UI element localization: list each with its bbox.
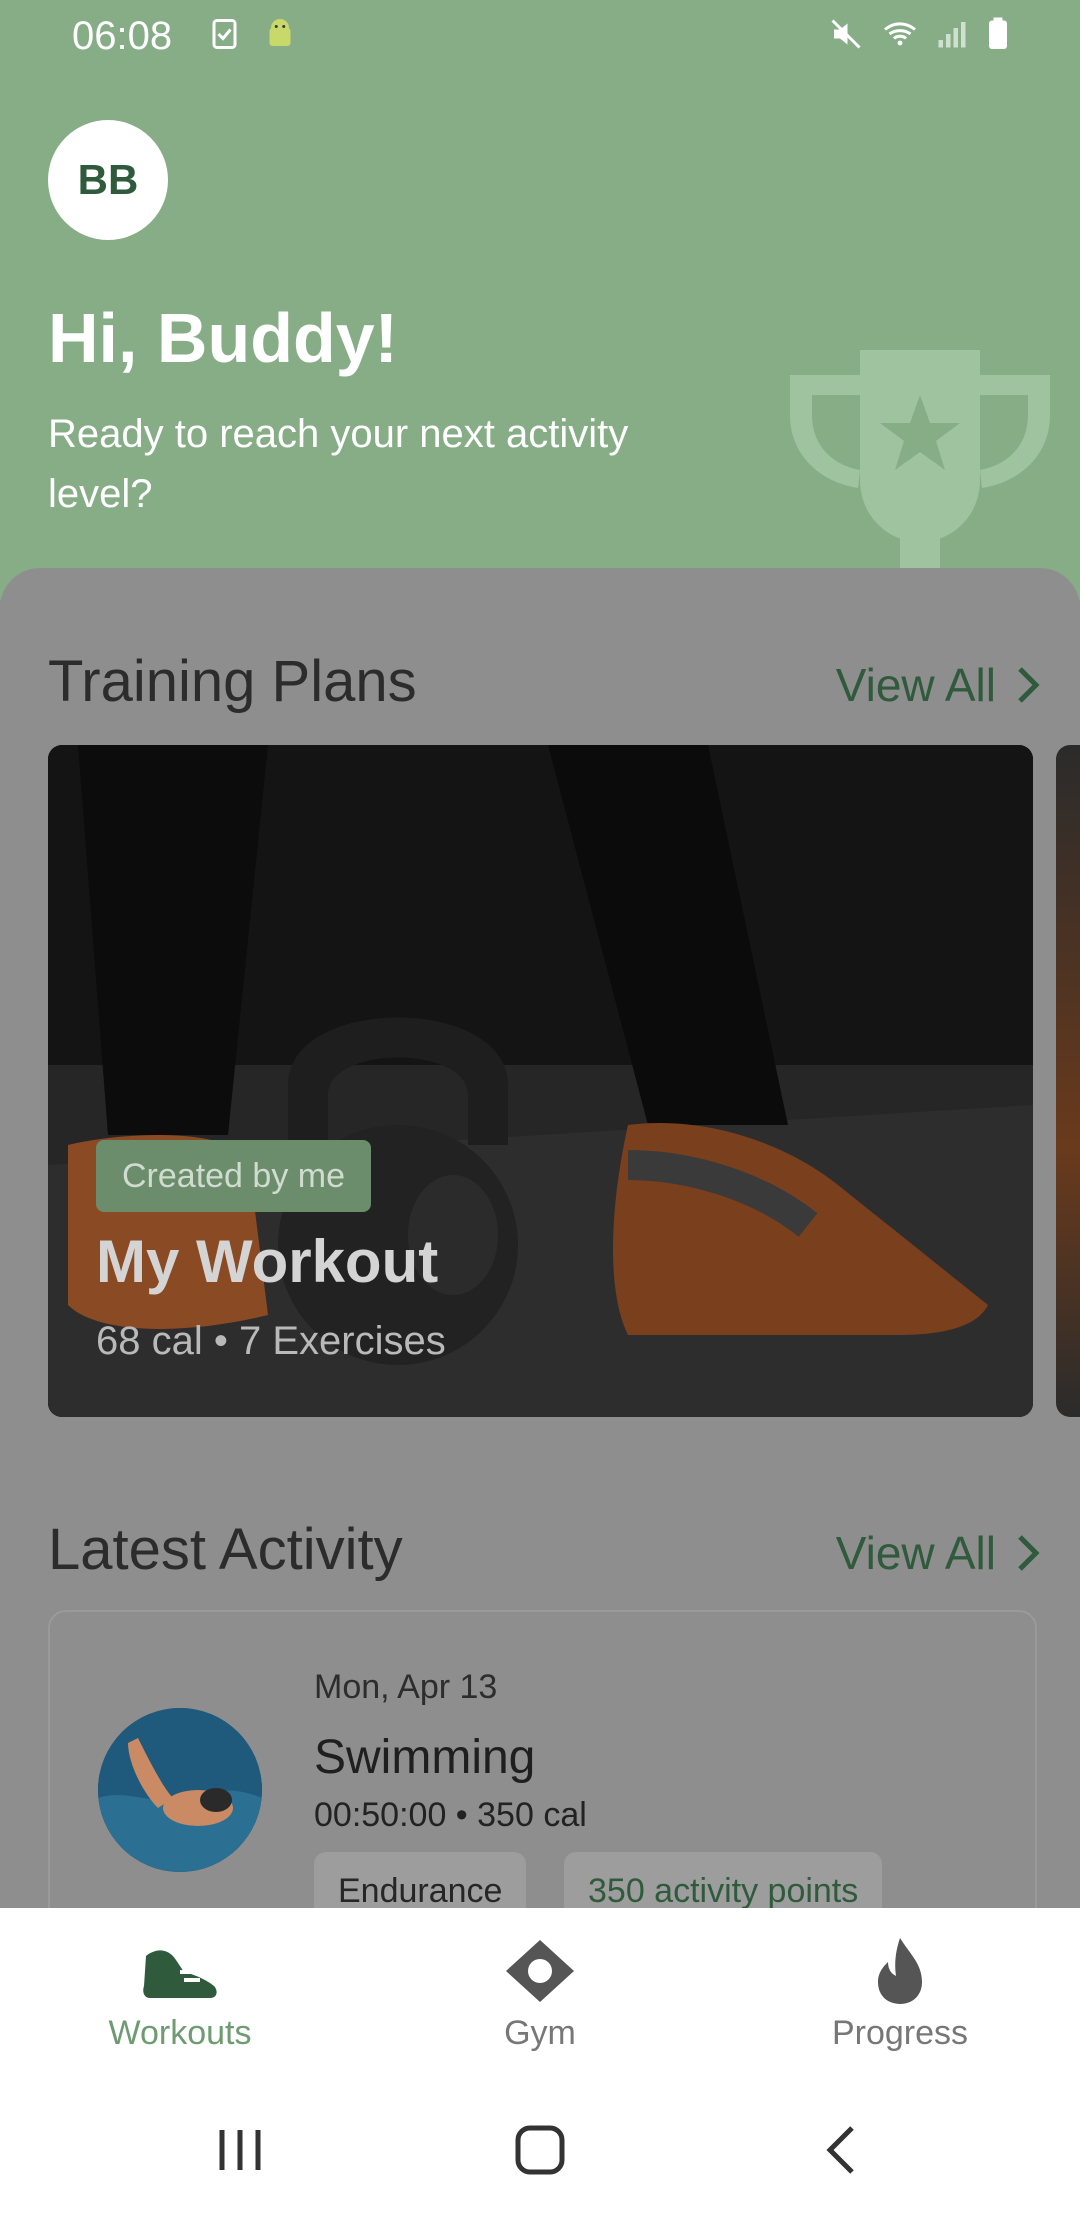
status-time: 06:08 [72, 14, 173, 58]
signal-icon [938, 22, 966, 48]
back-icon[interactable] [814, 2122, 870, 2178]
workout-photo [48, 745, 1033, 1417]
chevron-right-icon [1018, 667, 1040, 703]
training-plan-card[interactable]: Created by me My Workout 68 cal • 7 Exer… [48, 745, 1033, 1417]
nav-label: Gym [504, 2014, 576, 2052]
sneaker-icon [143, 1950, 217, 1998]
mute-icon [831, 19, 861, 49]
greeting-subtitle: Ready to reach your next activity level? [48, 412, 629, 516]
trophy-icon [790, 350, 1050, 600]
location-diamond-icon [506, 1940, 574, 2002]
flame-icon [878, 1938, 922, 2004]
workout-meta: 68 cal • 7 Exercises [96, 1319, 446, 1363]
system-navigation-bar [0, 2078, 1080, 2220]
workout-title: My Workout [96, 1228, 439, 1295]
clipboard-check-icon [212, 19, 237, 49]
bottom-navigation: Workouts Gym Progress [0, 1908, 1080, 2078]
training-plans-view-all-button[interactable]: View All [836, 658, 1040, 712]
avatar[interactable]: BB [48, 120, 168, 240]
header: 06:08 BB Hi, Buddy! Ready to reach your … [0, 0, 1080, 600]
view-all-label: View All [835, 659, 996, 711]
swimming-photo [98, 1708, 262, 1872]
view-all-label: View All [835, 1527, 996, 1579]
nav-workouts[interactable]: Workouts [60, 1936, 300, 2053]
nav-progress[interactable]: Progress [780, 1936, 1020, 2053]
nav-label: Progress [831, 2014, 969, 2052]
latest-activity-view-all-button[interactable]: View All [836, 1526, 1040, 1580]
activity-meta: 00:50:00 • 350 cal [314, 1796, 587, 1834]
activity-date: Mon, Apr 13 [314, 1668, 498, 1706]
latest-activity-title: Latest Activity [48, 1517, 403, 1582]
nav-gym[interactable]: Gym [420, 1936, 660, 2053]
status-bar: 06:08 [0, 0, 1080, 72]
training-plans-title: Training Plans [48, 649, 417, 714]
home-icon[interactable] [512, 2122, 568, 2178]
wifi-icon [884, 22, 916, 46]
chevron-right-icon [1018, 1535, 1040, 1571]
activity-name: Swimming [314, 1731, 536, 1784]
next-plan-card-peek[interactable] [1056, 745, 1080, 1417]
recent-apps-icon[interactable] [212, 2122, 268, 2178]
nav-label: Workouts [108, 2014, 252, 2052]
created-by-me-badge: Created by me [96, 1140, 371, 1212]
battery-icon [989, 17, 1007, 49]
greeting-title: Hi, Buddy! [48, 299, 398, 377]
activity-card[interactable]: Mon, Apr 13 Swimming 00:50:00 • 350 cal … [48, 1610, 1037, 1944]
android-icon [269, 19, 291, 46]
